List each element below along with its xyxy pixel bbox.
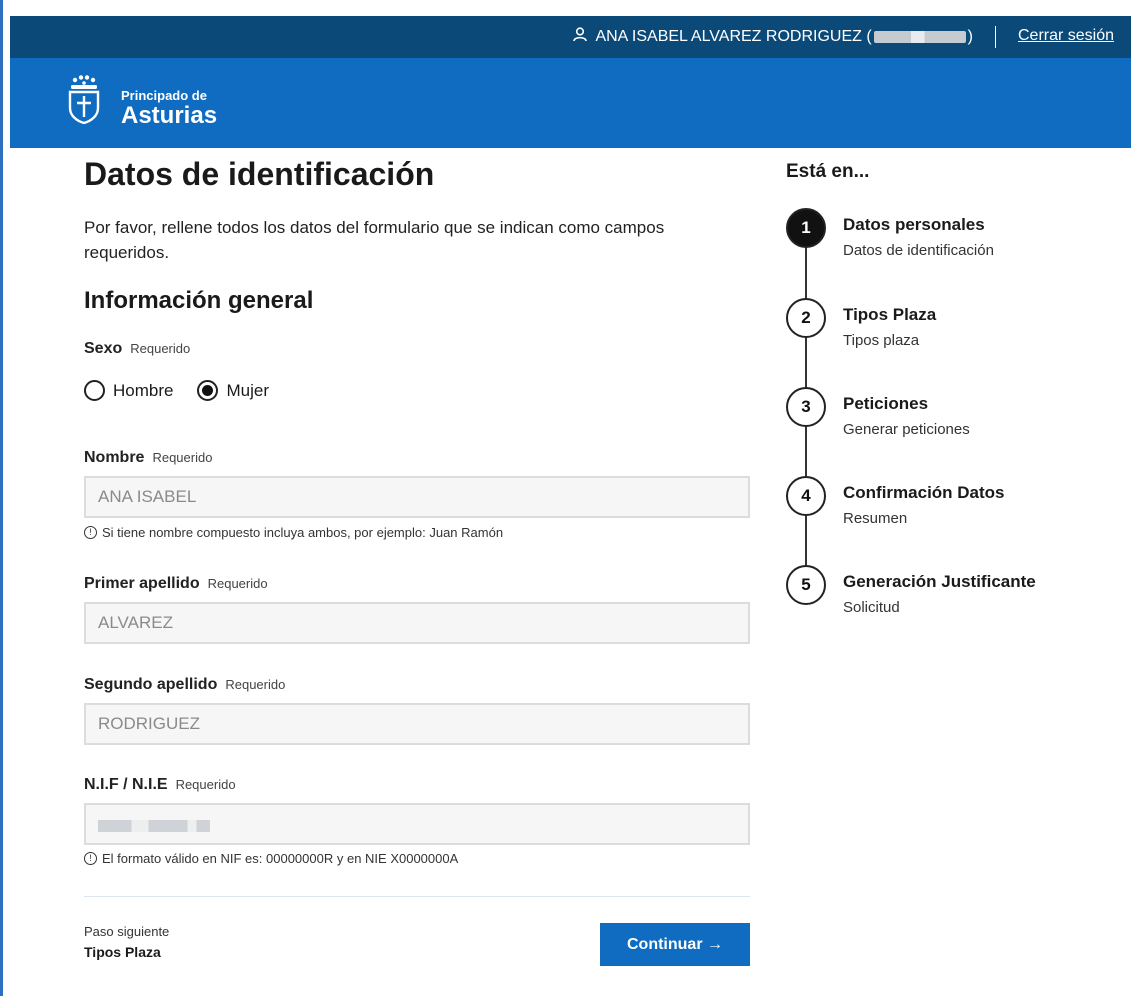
radio-hombre-label: Hombre [113, 380, 174, 400]
info-icon: ! [84, 852, 97, 865]
asturias-shield-logo[interactable] [65, 74, 103, 131]
required-tag: Requerido [207, 576, 268, 591]
step-4-subtitle: Resumen [843, 510, 908, 527]
radio-hombre[interactable]: Hombre [84, 380, 173, 401]
nif-label-text: N.I.F / N.I.E [84, 776, 168, 793]
step-3-subtitle: Generar peticiones [843, 421, 970, 438]
page-intro: Por favor, rellene todos los datos del f… [84, 218, 665, 262]
required-tag: Requerido [225, 677, 286, 692]
user-icon [573, 27, 588, 47]
radio-mujer-circle[interactable] [197, 380, 219, 401]
step-4-number: 4 [786, 476, 826, 516]
section-title: Información general [84, 287, 314, 314]
radio-hombre-circle[interactable] [84, 380, 105, 401]
user-bar: ANA ISABEL ALVAREZ RODRIGUEZ ( ) Cerrar … [10, 16, 1131, 58]
brand-line2: Asturias [121, 102, 218, 129]
brand-bar: Principado de Asturias [10, 58, 1131, 148]
next-step-value: Tipos Plaza [84, 944, 161, 960]
step-2-subtitle: Tipos plaza [843, 332, 920, 349]
header-separator [995, 26, 996, 48]
step-5-subtitle: Solicitud [843, 599, 900, 616]
step-1-subtitle: Datos de identificación [843, 242, 994, 259]
nombre-label-text: Nombre [84, 449, 145, 466]
sexo-label: Sexo Requerido [84, 340, 190, 358]
apellido1-input[interactable] [84, 602, 750, 644]
apellido1-label-text: Primer apellido [84, 575, 200, 592]
user-name: ANA ISABEL ALVAREZ RODRIGUEZ ( [595, 28, 872, 45]
step-1-number: 1 [786, 208, 826, 248]
next-step-label: Paso siguiente [84, 924, 170, 939]
form-divider [84, 896, 750, 897]
stepper-title: Está en... [786, 161, 870, 182]
nombre-input[interactable] [84, 476, 750, 518]
required-tag: Requerido [130, 341, 191, 356]
radio-mujer-label: Mujer [226, 380, 269, 400]
brand-name[interactable]: Principado de Asturias [121, 89, 217, 129]
nif-hint: ! El formato válido en NIF es: 00000000R… [84, 851, 458, 866]
apellido2-label: Segundo apellido Requerido [84, 676, 285, 694]
nombre-label: Nombre Requerido [84, 449, 212, 467]
step-3-title: Peticiones [843, 394, 929, 413]
step-3-number: 3 [786, 387, 826, 427]
apellido2-label-text: Segundo apellido [84, 676, 218, 693]
step-5-number: 5 [786, 565, 826, 605]
sexo-label-text: Sexo [84, 340, 123, 357]
step-2-title: Tipos Plaza [843, 305, 937, 324]
sexo-radio-group: Hombre Mujer [84, 380, 293, 401]
apellido2-input[interactable] [84, 703, 750, 745]
redacted-id [873, 31, 966, 43]
nombre-hint-text: Si tiene nombre compuesto incluya ambos,… [102, 525, 504, 540]
nif-label: N.I.F / N.I.E Requerido [84, 776, 236, 794]
step-4-title: Confirmación Datos [843, 483, 1005, 502]
required-tag: Requerido [175, 777, 236, 792]
step-5-title: Generación Justificante [843, 572, 1036, 591]
brand-line1: Principado de [121, 88, 207, 103]
logout-link[interactable]: Cerrar sesión [1018, 27, 1114, 45]
radio-mujer[interactable]: Mujer [197, 380, 269, 401]
step-2-number: 2 [786, 298, 826, 338]
apellido1-label: Primer apellido Requerido [84, 575, 268, 593]
required-tag: Requerido [152, 450, 213, 465]
step-1-title: Datos personales [843, 215, 985, 234]
user-name-suffix: ) [967, 28, 973, 45]
info-icon: ! [84, 526, 97, 539]
page-title: Datos de identificación [84, 156, 435, 192]
nombre-hint: ! Si tiene nombre compuesto incluya ambo… [84, 525, 503, 540]
user-info: ANA ISABEL ALVAREZ RODRIGUEZ ( ) [573, 27, 973, 47]
continue-button[interactable]: Continuar → [600, 923, 750, 966]
redacted-nif [98, 820, 210, 832]
nif-hint-text: El formato válido en NIF es: 00000000R y… [102, 851, 459, 866]
window-frame [0, 0, 3, 996]
